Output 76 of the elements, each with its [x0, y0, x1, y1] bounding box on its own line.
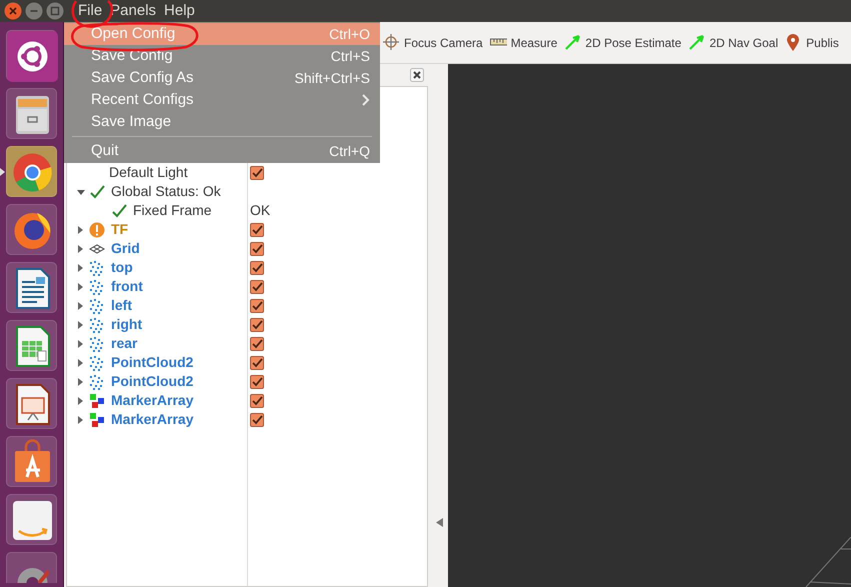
point-cloud-icon	[89, 260, 105, 276]
tree-item-label[interactable]: Global Status: Ok	[111, 181, 221, 202]
crosshair-icon	[383, 34, 400, 51]
point-cloud-icon	[89, 316, 105, 332]
tree-item-label[interactable]: top	[111, 257, 133, 278]
tool-button[interactable]: Publis	[782, 30, 842, 54]
tree-item-label[interactable]: MarkerArray	[111, 390, 194, 411]
diagonal-arrow-icon	[688, 34, 706, 51]
checkbox[interactable]	[250, 318, 264, 332]
checkbox[interactable]	[250, 412, 264, 426]
menu-item[interactable]: Save Image	[64, 111, 380, 133]
menu-item[interactable]: Quit Ctrl+Q	[64, 140, 380, 162]
tree-item-label[interactable]: TF	[111, 219, 128, 240]
launcher-button[interactable]	[6, 204, 57, 255]
maximize-icon[interactable]	[46, 2, 64, 20]
launcher-button[interactable]	[6, 378, 57, 429]
launcher-button[interactable]	[6, 262, 57, 313]
launcher-button[interactable]	[6, 320, 57, 371]
shortcut-label: Ctrl+Q	[329, 142, 370, 161]
round-logo-icon	[7, 31, 58, 82]
checkbox[interactable]	[250, 336, 264, 350]
point-cloud-icon	[89, 336, 105, 352]
point-cloud-icon	[89, 374, 105, 390]
collapse-arrow-icon[interactable]	[436, 518, 442, 527]
menu-item[interactable]: Recent Configs	[64, 89, 380, 111]
shortcut-label: Ctrl+O	[329, 24, 370, 44]
minimize-icon[interactable]	[25, 2, 43, 20]
launcher-button[interactable]	[6, 494, 57, 545]
checkbox[interactable]	[250, 222, 264, 236]
point-cloud-icon	[89, 354, 105, 370]
checkmark-icon	[89, 184, 105, 200]
point-cloud-icon	[89, 298, 105, 314]
tree-item-label[interactable]: Fixed Frame	[133, 200, 212, 221]
launcher-button[interactable]	[6, 30, 57, 81]
close-icon[interactable]	[410, 68, 424, 82]
shortcut-label: Shift+Ctrl+S	[294, 68, 370, 88]
launcher-button[interactable]	[6, 88, 57, 139]
menu-title[interactable]: File	[74, 0, 106, 22]
warning-icon	[89, 222, 105, 238]
tool-button[interactable]: Focus Camera	[380, 30, 486, 54]
launcher-button[interactable]	[6, 436, 57, 487]
checkbox[interactable]	[250, 260, 264, 274]
tree-item-label[interactable]: Grid	[111, 238, 140, 259]
launcher-button[interactable]	[6, 146, 57, 197]
checkbox[interactable]	[250, 374, 264, 388]
checkbox[interactable]	[250, 394, 264, 408]
checkbox[interactable]	[250, 356, 264, 370]
tree-item-label[interactable]: right	[111, 314, 142, 335]
tree-item-label[interactable]: left	[111, 295, 132, 316]
diagonal-arrow-icon	[564, 34, 582, 51]
tree-item-label[interactable]: Default Light	[109, 162, 188, 183]
grid-drawing	[805, 537, 851, 587]
tool-button[interactable]: 2D Pose Estimate	[561, 30, 684, 54]
checkbox[interactable]	[250, 280, 264, 294]
menu-title[interactable]: Help	[160, 0, 199, 22]
gear-wrench-icon	[17, 568, 49, 583]
point-cloud-icon	[89, 278, 105, 294]
launcher-button[interactable]	[6, 552, 57, 583]
close-icon[interactable]	[4, 2, 22, 20]
tree-item-label[interactable]: MarkerArray	[111, 409, 194, 430]
menu-item[interactable]: Open Config Ctrl+O	[64, 23, 380, 45]
tree-item-label[interactable]: front	[111, 276, 143, 297]
checkbox[interactable]	[250, 166, 264, 180]
menu-item[interactable]: Save Config As Shift+Ctrl+S	[64, 67, 380, 89]
cubes-icon	[89, 392, 105, 408]
tree-item-label[interactable]: rear	[111, 333, 138, 354]
checkbox[interactable]	[250, 242, 264, 256]
checkbox[interactable]	[250, 298, 264, 312]
tree-item-label[interactable]: PointCloud2	[111, 371, 194, 392]
cubes-icon	[89, 412, 105, 428]
shortcut-label: Ctrl+S	[330, 46, 370, 66]
tree-item-label[interactable]: PointCloud2	[111, 352, 194, 373]
tool-button[interactable]: Measure	[486, 30, 560, 54]
property-value: OK	[250, 201, 270, 220]
tool-button[interactable]: 2D Nav Goal	[685, 30, 782, 54]
checkmark-icon	[111, 202, 127, 218]
